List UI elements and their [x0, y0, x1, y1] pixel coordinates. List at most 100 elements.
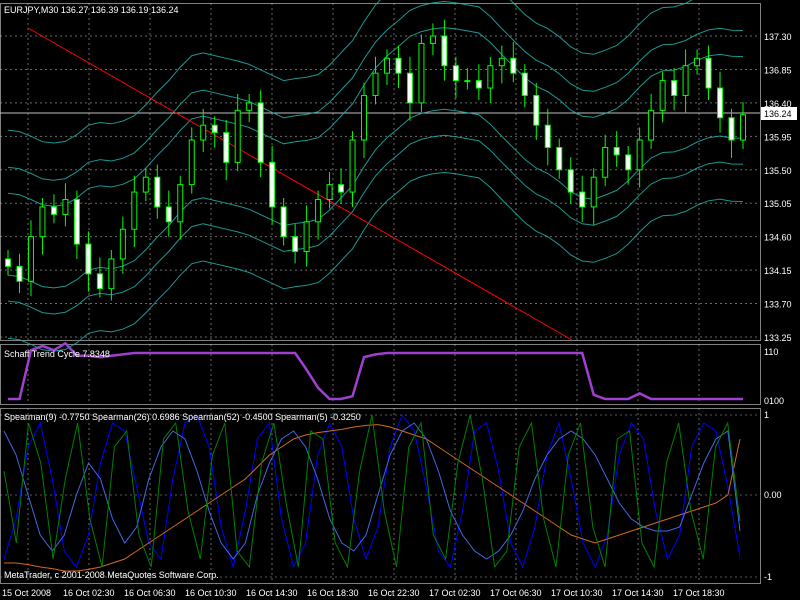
candle-body — [395, 57, 402, 74]
candle-body — [361, 94, 368, 141]
x-axis-label: 16 Oct 10:30 — [185, 588, 237, 598]
candle-body — [625, 154, 632, 171]
candle-body — [590, 176, 597, 208]
spearman-series — [3, 413, 741, 569]
x-axis-label: 17 Oct 02:30 — [429, 588, 481, 598]
y-axis-label: 137.30 — [764, 32, 792, 42]
x-axis-label: 17 Oct 14:30 — [612, 588, 664, 598]
candle-body — [62, 199, 69, 215]
candle-body — [303, 221, 310, 253]
candle-body — [705, 57, 712, 89]
band-line — [7, 134, 744, 315]
candle-body — [292, 236, 299, 253]
candle-body — [383, 57, 390, 74]
x-axis-label: 16 Oct 02:30 — [63, 588, 115, 598]
candle-body — [50, 206, 57, 215]
candle-body — [521, 72, 528, 96]
candle-body — [740, 114, 746, 141]
candle-body — [119, 228, 126, 260]
panel-frame — [0, 408, 761, 584]
candle-body — [211, 124, 218, 134]
candle-body — [579, 191, 586, 208]
candle-body — [510, 57, 517, 74]
candle-body — [131, 191, 138, 230]
candle-body — [234, 109, 241, 163]
candle-body — [418, 42, 425, 104]
y-axis-label: 133.70 — [764, 300, 792, 310]
candle-body — [429, 35, 436, 44]
stc-panel-header: Schaff Trend Cycle 7.8348 — [4, 349, 110, 359]
candle-body — [602, 146, 609, 178]
x-axis-label: 17 Oct 06:30 — [490, 588, 542, 598]
candle-body — [96, 273, 103, 290]
y-axis-label: 135.05 — [764, 199, 792, 209]
band-line — [7, 27, 744, 207]
candle-body — [165, 206, 172, 223]
axis-labels: 15 Oct 2008 16 Oct 02:30 16 Oct 06:30 16 Oc… — [2, 32, 792, 598]
candle-body — [39, 206, 46, 238]
spearman-series — [3, 422, 741, 560]
grid-lines — [0, 3, 760, 583]
candle-body — [349, 139, 356, 193]
candle-body — [636, 139, 643, 171]
candle-body — [498, 57, 505, 67]
candle-body — [694, 57, 701, 67]
y-axis-label: 110 — [764, 347, 778, 357]
candle-body — [177, 184, 184, 223]
y-axis-label: 135.95 — [764, 132, 792, 142]
candle-body — [613, 146, 620, 156]
candle-body — [16, 265, 23, 282]
stc-line — [8, 341, 743, 401]
y-axis-label: 134.60 — [764, 233, 792, 243]
x-axis-label: 15 Oct 2008 — [2, 588, 51, 598]
candle-body — [73, 199, 80, 245]
candle-body — [257, 102, 264, 163]
candle-body — [406, 72, 413, 104]
x-axis-label: 16 Oct 14:30 — [246, 588, 298, 598]
candle-body — [544, 124, 551, 148]
candle-body — [27, 236, 34, 282]
candle-body — [372, 72, 379, 96]
spearman-panel-header: Spearman(9) -0.7750 Spearman(26) 0.6986 … — [4, 412, 361, 422]
band-line — [7, 171, 744, 352]
candle-body — [671, 80, 678, 96]
y-axis-label: 1 — [764, 410, 769, 420]
y-axis-label: 135.50 — [764, 166, 792, 176]
copyright-text: MetaTrader, c 2001-2008 MetaQuotes Softw… — [4, 570, 219, 580]
x-axis-label: 17 Oct 18:30 — [673, 588, 725, 598]
x-axis-label: 16 Oct 22:30 — [368, 588, 420, 598]
candle-body — [85, 243, 92, 275]
stc-series — [8, 341, 743, 401]
y-axis-label: 133.25 — [764, 333, 792, 343]
candle-body — [717, 87, 724, 119]
candle-body — [728, 117, 735, 141]
candle-body — [441, 35, 448, 67]
candle-body — [567, 169, 574, 193]
y-axis-label: -1 — [764, 572, 772, 582]
candle-body — [188, 139, 195, 186]
candle-body — [682, 65, 689, 96]
current-price-label: 136.24 — [764, 109, 792, 119]
candle-body — [533, 94, 540, 126]
y-axis-label: 0.00 — [764, 490, 782, 500]
candle-body — [5, 258, 11, 267]
metatrader-chart[interactable]: 15 Oct 2008 16 Oct 02:30 16 Oct 06:30 16 Oc… — [0, 0, 800, 600]
y-axis-label: 136.85 — [764, 65, 792, 75]
candle-body — [246, 102, 253, 111]
x-axis-label: 16 Oct 18:30 — [307, 588, 359, 598]
candle-body — [223, 132, 230, 163]
candle-body — [475, 80, 482, 89]
x-axis-label: 17 Oct 10:30 — [551, 588, 603, 598]
candle-body — [280, 206, 287, 238]
y-axis-label: 134.15 — [764, 266, 792, 276]
candle-body — [338, 184, 345, 193]
candle-body — [464, 80, 471, 83]
envelope-bands — [7, 0, 744, 352]
candle-body — [269, 161, 276, 208]
candle-body — [108, 258, 115, 290]
candle-body — [315, 199, 322, 223]
candle-body — [659, 80, 666, 111]
candle-body — [452, 65, 459, 82]
x-axis-label: 16 Oct 06:30 — [124, 588, 176, 598]
y-axis-label: 0100 — [764, 396, 784, 406]
